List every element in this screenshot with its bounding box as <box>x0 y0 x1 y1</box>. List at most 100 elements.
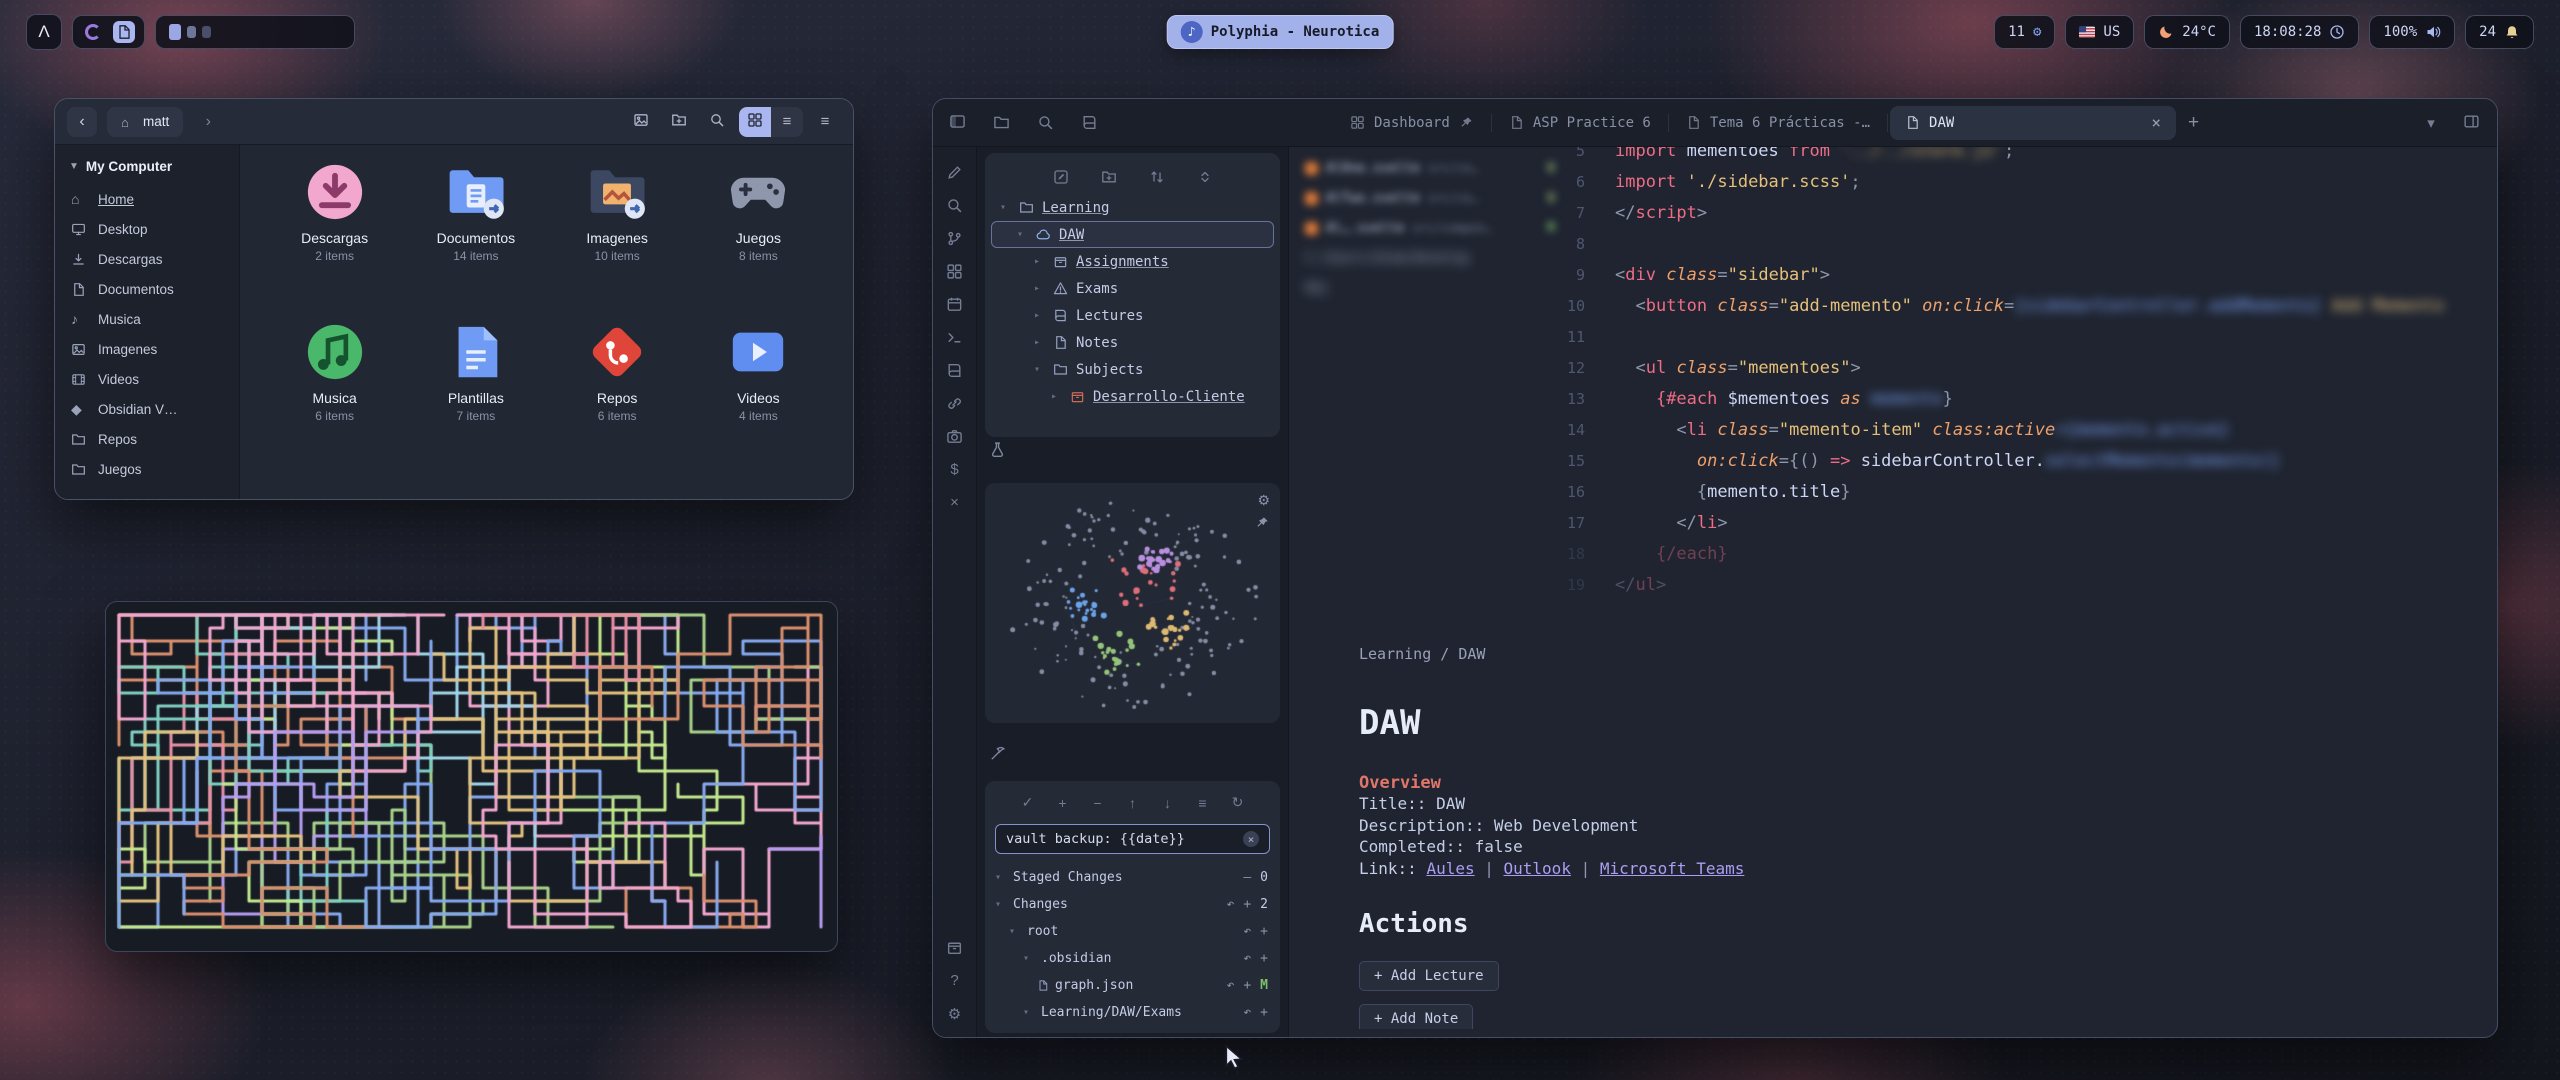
panel-tab-search-icon[interactable] <box>1035 113 1055 132</box>
camera-icon[interactable] <box>945 427 965 446</box>
menu-button[interactable]: ≡ <box>809 107 841 137</box>
sidebar-item-juegos[interactable]: Juegos <box>55 454 239 484</box>
new-tab-button[interactable]: + <box>2188 112 2199 134</box>
sidebar-header[interactable]: ▼ My Computer <box>55 153 239 184</box>
pencil-box-button[interactable] <box>1051 167 1071 186</box>
workspace-active[interactable] <box>169 24 181 40</box>
sidebar-item-documentos[interactable]: Documentos <box>55 274 239 304</box>
note-link-outlook[interactable]: Outlook <box>1504 859 1571 878</box>
folder-repos[interactable]: Repos6 items <box>550 321 684 481</box>
link-icon[interactable] <box>945 394 965 413</box>
collapse-button[interactable] <box>1195 167 1215 186</box>
tab-asp-practice-6[interactable]: ASP Practice 6 <box>1494 106 1666 140</box>
folder-videos[interactable]: Videos4 items <box>691 321 825 481</box>
explorer-item-subjects[interactable]: ▾Subjects <box>991 356 1274 383</box>
git-arrow-down-button[interactable]: ↓ <box>1159 793 1177 812</box>
graph-settings-button[interactable]: ⚙ <box>1257 492 1270 509</box>
list-view-button[interactable]: ≡ <box>771 107 803 137</box>
explorer-item-daw[interactable]: ▾DAW <box>991 221 1274 248</box>
sidebar-item-home[interactable]: ⌂Home <box>55 184 239 214</box>
terminal-icon[interactable] <box>945 328 965 347</box>
close-icon[interactable]: × <box>2151 113 2161 132</box>
graph-pin-button[interactable] <box>1255 515 1270 533</box>
git-minus-button[interactable]: − <box>1089 793 1107 812</box>
open-file-row[interactable]: AlOne.sveltesrc/co…U <box>1305 153 1555 183</box>
tab-list-button[interactable]: ▾ <box>2421 113 2441 132</box>
panel-tab-folder-icon[interactable] <box>991 113 1011 132</box>
panel-tab-book-icon[interactable] <box>1079 113 1099 132</box>
open-file-row[interactable]: Al….sveltesrc/compon…M <box>1305 213 1555 243</box>
grid-view-button[interactable] <box>739 107 771 137</box>
folder-documentos[interactable]: Documentos14 items <box>409 161 543 321</box>
git-branch-icon[interactable] <box>945 229 965 248</box>
file-manager-button[interactable] <box>113 21 135 43</box>
git-upload-button[interactable]: ↑ <box>1124 793 1142 812</box>
tab-tema-6-pr-cticas[interactable]: Tema 6 Prácticas -… <box>1671 106 1885 140</box>
git-check-button[interactable]: ✓ <box>1019 793 1037 812</box>
sidebar-item-descargas[interactable]: Descargas <box>55 244 239 274</box>
volume-widget[interactable]: 100% <box>2369 15 2455 49</box>
git-plus-button[interactable]: + <box>1054 793 1072 812</box>
sidebar-item-imagenes[interactable]: Imagenes <box>55 334 239 364</box>
folder-juegos[interactable]: Juegos8 items <box>691 161 825 321</box>
calendar-icon[interactable] <box>945 295 965 314</box>
note-link-aules[interactable]: Aules <box>1426 859 1474 878</box>
sidebar-item-desktop[interactable]: Desktop <box>55 214 239 244</box>
back-button[interactable]: ‹ <box>67 107 97 137</box>
tab-dashboard[interactable]: Dashboard <box>1335 106 1489 140</box>
workspaces-widget[interactable] <box>155 15 355 49</box>
box-icon[interactable] <box>945 938 965 957</box>
help-icon[interactable]: ? <box>945 971 965 990</box>
explorer-item-desarrollo-cliente[interactable]: ▸Desarrollo-Cliente <box>991 383 1274 410</box>
sort-button[interactable] <box>1147 167 1167 186</box>
pencil-icon[interactable] <box>945 163 965 182</box>
launcher-button[interactable]: Λ <box>26 14 62 50</box>
updates-widget[interactable]: 11 ⚙ <box>1994 15 2055 49</box>
workspace-3[interactable] <box>202 26 211 38</box>
breadcrumb[interactable]: ⌂ matt <box>107 107 183 137</box>
forward-button[interactable]: › <box>193 107 223 137</box>
git-item-changes[interactable]: ▾Changes↶+2 <box>985 891 1280 918</box>
clock-widget[interactable]: 18:08:28 <box>2240 15 2359 49</box>
dollar-icon[interactable]: $ <box>945 460 965 479</box>
clear-icon[interactable]: × <box>1243 831 1259 847</box>
discard-icon[interactable]: ↶ <box>1243 951 1251 966</box>
media-widget[interactable]: ♪ Polyphia - Neurotica <box>1167 15 1394 49</box>
discard-icon[interactable]: ↶ <box>1227 897 1235 912</box>
discard-icon[interactable]: ↶ <box>1227 978 1235 993</box>
explorer-item-assignments[interactable]: ▸Assignments <box>991 248 1274 275</box>
explorer-item-exams[interactable]: ▸Exams <box>991 275 1274 302</box>
discard-icon[interactable]: ↶ <box>1243 924 1251 939</box>
close-icon[interactable]: × <box>945 493 965 512</box>
flask-icon[interactable] <box>989 441 1006 461</box>
sidebar-item-repos[interactable]: Repos <box>55 424 239 454</box>
folder-musica[interactable]: Musica6 items <box>268 321 402 481</box>
weather-widget[interactable]: 24°C <box>2144 15 2230 49</box>
open-file-row[interactable]: AlTwo.sveltesrc/co…U <box>1305 183 1555 213</box>
note-breadcrumb[interactable]: Learning / DAW <box>1359 645 2439 663</box>
commit-message-input[interactable]: vault backup: {{date}} × <box>995 824 1270 854</box>
search-icon[interactable] <box>945 196 965 215</box>
sidebar-item-musica[interactable]: ♪Musica <box>55 304 239 334</box>
discard-icon[interactable]: ↶ <box>1243 1005 1251 1020</box>
stage-icon[interactable]: + <box>1243 897 1251 912</box>
stage-icon[interactable]: + <box>1260 924 1268 939</box>
new-folder-button[interactable] <box>663 107 695 137</box>
folder-plus-button[interactable] <box>1099 167 1119 186</box>
stage-icon[interactable]: + <box>1243 978 1251 993</box>
note-link-microsoft-teams[interactable]: Microsoft Teams <box>1600 859 1745 878</box>
git-list-button[interactable]: ≡ <box>1194 793 1212 812</box>
git-item-graph-json[interactable]: graph.json↶+M <box>985 972 1280 999</box>
power-menu-button[interactable] <box>82 21 104 43</box>
thumbnail-icon[interactable] <box>625 107 657 137</box>
workspace-2[interactable] <box>187 26 196 38</box>
git-item-staged-changes[interactable]: ▾Staged Changes—0 <box>985 864 1280 891</box>
tab-daw[interactable]: DAW× <box>1890 106 2176 140</box>
grid-icon[interactable] <box>945 262 965 281</box>
explorer-item-learning[interactable]: ▾Learning <box>991 194 1274 221</box>
search-button[interactable] <box>701 107 733 137</box>
notifications-widget[interactable]: 24 <box>2465 15 2534 49</box>
action-button-add-lecture[interactable]: + Add Lecture <box>1359 961 1499 991</box>
pickaxe-icon[interactable] <box>989 745 1006 765</box>
git-refresh-button[interactable]: ↻ <box>1229 793 1247 812</box>
